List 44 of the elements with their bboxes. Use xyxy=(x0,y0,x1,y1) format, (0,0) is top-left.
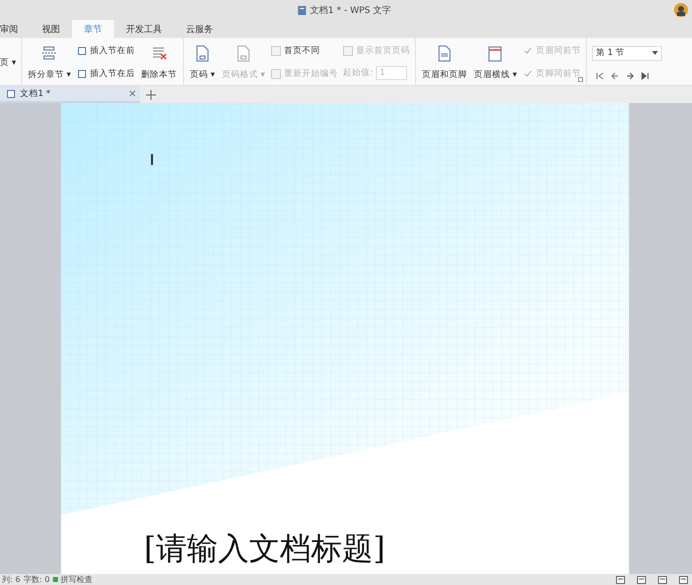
field-label: 起始值: xyxy=(342,67,373,80)
next-icon[interactable] xyxy=(626,72,634,80)
close-icon[interactable] xyxy=(129,90,136,97)
menu-tab[interactable]: 视图 xyxy=(30,20,72,38)
ribbon-button[interactable]: 插入节在前 xyxy=(76,44,135,58)
view-icon[interactable] xyxy=(616,576,625,584)
first-icon[interactable] xyxy=(596,72,604,80)
page-icon xyxy=(76,46,87,56)
checkbox-label: 页眉同前节 xyxy=(536,45,581,58)
check-icon xyxy=(524,70,532,78)
page-icon xyxy=(76,68,87,79)
check-icon xyxy=(524,47,532,56)
menu-tab[interactable]: 审阅 xyxy=(0,20,30,38)
checkbox-label: 重新开始编号 xyxy=(284,68,338,80)
spell-check-icon xyxy=(52,577,58,582)
caret-icon xyxy=(652,51,658,55)
previous-icon[interactable] xyxy=(610,72,619,80)
window-title: 文档1 * - WPS 文字 xyxy=(310,4,391,16)
page-view-icon[interactable] xyxy=(637,576,646,584)
ribbon-button[interactable]: 页码 ▾ xyxy=(188,42,216,82)
ribbon-button[interactable]: 拆分章节 ▾ xyxy=(26,42,72,82)
ribbon-button[interactable]: 页 ▾ xyxy=(0,56,16,70)
ribbon-button[interactable]: 页眉横线 ▾ xyxy=(472,42,518,82)
dialog-launcher-icon[interactable] xyxy=(578,77,583,82)
checkbox-label: 显示首页页码 xyxy=(356,44,410,57)
status-text: 字数: 0 xyxy=(23,574,50,585)
checkbox[interactable] xyxy=(270,46,281,56)
menu-tab[interactable]: 章节 xyxy=(72,20,114,38)
status-text: 拼写检查 xyxy=(60,574,93,585)
document-tab[interactable]: 文档1 * xyxy=(0,86,140,103)
checkbox-label: 首页不同 xyxy=(284,45,320,58)
ribbon-button[interactable]: 页眉和页脚 xyxy=(420,42,468,82)
document-title[interactable]: [请输入文档标题] xyxy=(144,528,386,570)
menu-tab[interactable]: 开发工具 xyxy=(114,20,174,38)
section-dropdown[interactable]: 第 1 节 xyxy=(592,46,662,60)
add-icon[interactable] xyxy=(146,90,156,100)
ribbon-button[interactable]: 删除本节 xyxy=(140,42,178,82)
text-cursor xyxy=(151,154,152,165)
checkbox-label: 页脚同前节 xyxy=(536,68,581,80)
last-icon[interactable] xyxy=(640,72,649,80)
menu-tab[interactable]: 云服务 xyxy=(174,20,225,38)
avatar-icon[interactable] xyxy=(674,3,688,17)
status-text: 列: 6 xyxy=(2,574,20,585)
ribbon-button[interactable]: 插入节在后 xyxy=(76,66,135,81)
